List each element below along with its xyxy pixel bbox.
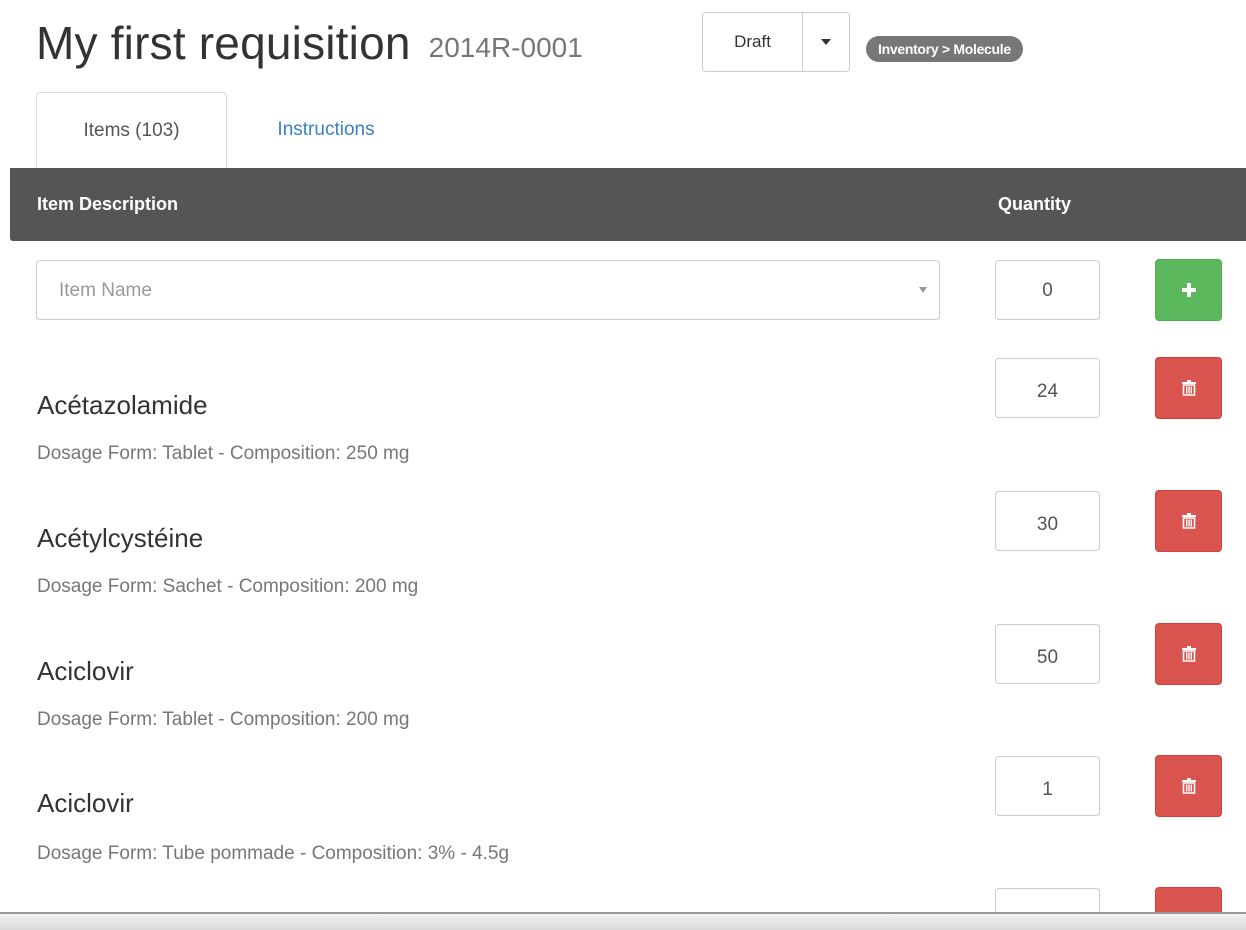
trash-icon [1181,646,1196,662]
column-header-quantity: Quantity [998,194,1072,214]
delete-item-button[interactable] [1155,490,1222,552]
quantity-value: 24 [1036,381,1059,402]
item-quantity-input[interactable]: 30 [995,491,1100,551]
trash-icon [1181,778,1196,794]
page-header: My first requisition 2014R-0001 [36,8,583,78]
tab-items[interactable]: Items (103) [36,92,227,168]
plus-icon [1181,283,1196,297]
add-item-button[interactable] [1155,259,1222,321]
status-button[interactable]: Draft [703,13,803,71]
item-name: Aciclovir [37,656,134,686]
item-quantity-input[interactable]: 50 [995,624,1100,684]
page-title: My first requisition [36,17,411,69]
trash-icon [1181,513,1196,529]
category-badge: Inventory > Molecule [866,36,1023,62]
tab-bar: Items (103) Instructions [0,92,1246,168]
item-name: Acétylcystéine [37,523,204,553]
item-details: Dosage Form: Tube pommade - Composition:… [37,843,510,864]
item-name-placeholder: Item Name [59,280,152,301]
status-bar [0,912,1246,930]
item-name: Aciclovir [37,788,134,818]
quantity-value: 50 [1036,647,1059,668]
item-details: Dosage Form: Tablet - Composition: 250 m… [37,443,410,464]
column-header-description: Item Description [37,194,179,214]
item-quantity-input[interactable]: 1 [995,756,1100,816]
item-details: Dosage Form: Tablet - Composition: 200 m… [37,709,410,730]
item-name: Acétazolamide [37,390,208,420]
table-header: Item Description Quantity [10,168,1246,241]
item-details: Dosage Form: Sachet - Composition: 200 m… [37,576,419,597]
trash-icon [1181,380,1196,396]
delete-item-button[interactable] [1155,623,1222,685]
delete-item-button[interactable] [1155,755,1222,817]
status-dropdown[interactable]: Draft [702,12,850,72]
quantity-value: 0 [1042,280,1053,301]
caret-down-icon [821,39,831,45]
delete-item-button[interactable] [1155,357,1222,419]
requisition-id: 2014R-0001 [428,32,583,63]
item-name-select[interactable]: Item Name [36,260,940,320]
chevron-down-icon [919,287,927,293]
new-item-quantity-input[interactable]: 0 [995,260,1100,320]
status-dropdown-toggle[interactable] [803,13,849,71]
item-quantity-input[interactable]: 24 [995,358,1100,418]
tab-instructions[interactable]: Instructions [240,92,412,168]
quantity-value: 30 [1036,514,1059,535]
quantity-value: 1 [1042,779,1053,800]
